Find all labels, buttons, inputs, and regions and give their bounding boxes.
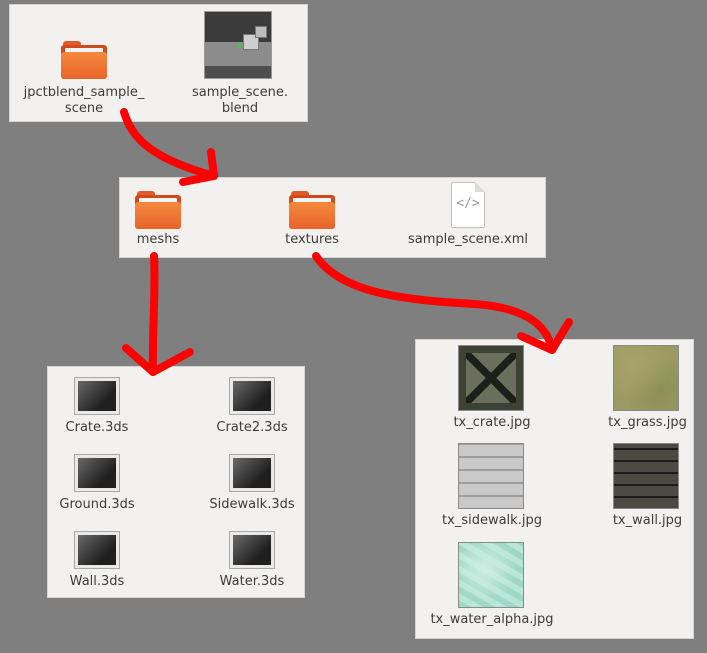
file-item-tx-sidewalk[interactable]: tx_sidewalk.jpg xyxy=(424,443,560,529)
file-label: tx_crate.jpg xyxy=(453,415,531,430)
file-label: Sidewalk.3ds xyxy=(209,497,295,512)
file-label: tx_wall.jpg xyxy=(612,513,683,528)
3ds-file-icon xyxy=(230,532,274,568)
sidewalk-texture-thumbnail xyxy=(458,443,524,509)
wall-texture-thumbnail xyxy=(613,443,679,509)
file-label: Wall.3ds xyxy=(69,574,125,589)
water-texture-thumbnail xyxy=(458,542,524,608)
file-item-tx-water-alpha[interactable]: tx_water_alpha.jpg xyxy=(424,542,560,628)
file-label: sample_scene. xyxy=(191,85,289,100)
file-item-meshs[interactable]: meshs xyxy=(120,191,196,248)
file-label: tx_water_alpha.jpg xyxy=(430,612,554,627)
file-item-water-3ds[interactable]: Water.3ds xyxy=(198,532,306,590)
code-glyph: </> xyxy=(456,196,480,211)
file-item-tx-grass[interactable]: tx_grass.jpg xyxy=(600,345,695,431)
file-label: Crate2.3ds xyxy=(216,420,288,435)
arrow-textures-to-files xyxy=(312,252,556,354)
folder-icon xyxy=(61,41,107,79)
arrow-meshs-to-files xyxy=(148,252,159,376)
3ds-file-icon xyxy=(230,455,274,491)
file-label: tx_grass.jpg xyxy=(608,415,687,430)
3ds-file-icon xyxy=(75,455,119,491)
root-folder-panel: jpctblend_sample_ scene sample_scene. bl… xyxy=(9,4,308,122)
file-item-wall-3ds[interactable]: Wall.3ds xyxy=(48,532,146,590)
folder-icon xyxy=(289,191,335,229)
meshs-folder-panel: Crate.3ds Crate2.3ds Ground.3ds Sidewalk… xyxy=(47,366,305,598)
file-label: meshs xyxy=(136,232,180,247)
file-label: sample_scene.xml xyxy=(407,232,529,247)
file-item-sidewalk-3ds[interactable]: Sidewalk.3ds xyxy=(198,455,306,513)
file-item-tx-crate[interactable]: tx_crate.jpg xyxy=(424,345,560,431)
file-label: Ground.3ds xyxy=(59,497,135,512)
file-label: textures xyxy=(285,232,339,247)
scene-folder-panel: meshs textures </> sample_scene.xml xyxy=(119,177,546,258)
file-label: blend xyxy=(221,101,259,116)
file-item-ground-3ds[interactable]: Ground.3ds xyxy=(48,455,146,513)
file-label: Water.3ds xyxy=(219,574,285,589)
file-label: Crate.3ds xyxy=(65,420,129,435)
file-item-sample-scene-xml[interactable]: </> sample_scene.xml xyxy=(398,182,538,248)
file-label: scene xyxy=(64,101,104,116)
crate-texture-thumbnail xyxy=(458,345,524,411)
file-item-sample-scene-blend[interactable]: sample_scene. blend xyxy=(170,11,310,117)
file-item-crate2-3ds[interactable]: Crate2.3ds xyxy=(198,378,306,436)
file-item-crate-3ds[interactable]: Crate.3ds xyxy=(48,378,146,436)
textures-folder-panel: tx_crate.jpg tx_grass.jpg tx_sidewalk.jp… xyxy=(415,339,694,639)
3ds-file-icon xyxy=(230,378,274,414)
blend-thumbnail xyxy=(204,11,272,79)
xml-document-icon: </> xyxy=(451,182,485,228)
3ds-file-icon xyxy=(75,532,119,568)
grass-texture-thumbnail xyxy=(613,345,679,411)
file-item-jpctblend-sample-scene[interactable]: jpctblend_sample_ scene xyxy=(14,41,154,117)
file-label: tx_sidewalk.jpg xyxy=(442,513,542,528)
file-item-textures[interactable]: textures xyxy=(272,191,352,248)
folder-icon xyxy=(135,191,181,229)
3ds-file-icon xyxy=(75,378,119,414)
file-item-tx-wall[interactable]: tx_wall.jpg xyxy=(600,443,695,529)
file-label: jpctblend_sample_ xyxy=(23,85,145,100)
